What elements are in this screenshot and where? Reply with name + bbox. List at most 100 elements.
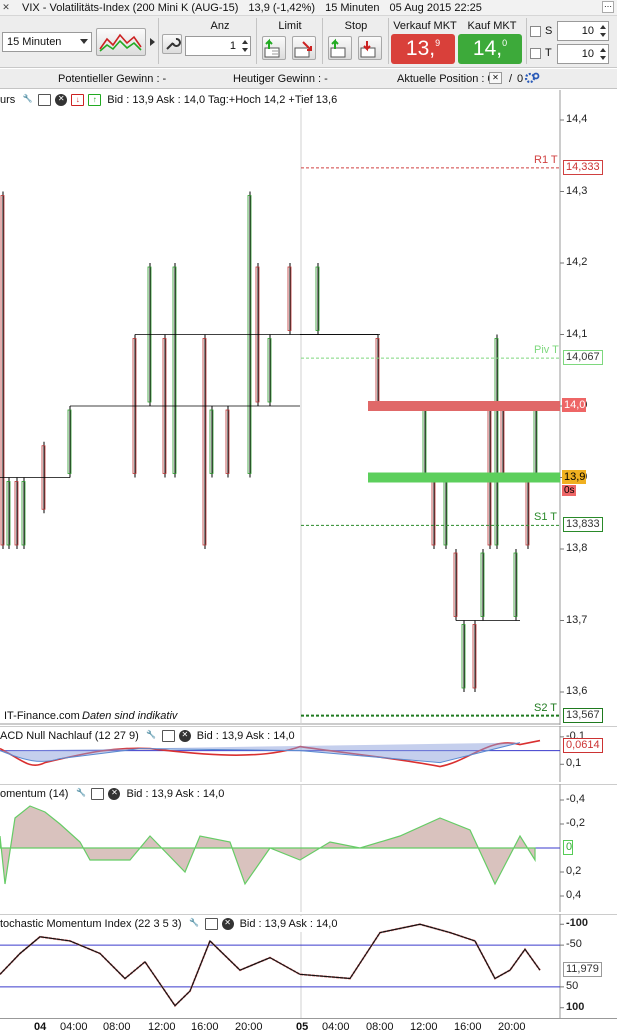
y-tick-label: 14,4 bbox=[566, 113, 588, 125]
increment-icon[interactable] bbox=[600, 25, 606, 29]
t-label: T bbox=[545, 47, 552, 59]
toolbar-separator bbox=[256, 18, 257, 64]
pivot-level-label: R1 T bbox=[534, 153, 558, 166]
time-axis-label: 04 bbox=[34, 1021, 47, 1033]
gears-icon[interactable] bbox=[524, 71, 540, 88]
pending-orders-count: 0 bbox=[517, 73, 524, 85]
window-menu-icon[interactable]: ⋯ bbox=[602, 1, 614, 13]
time-axis-label: 04:00 bbox=[322, 1021, 350, 1033]
close-window-icon[interactable]: ✕ bbox=[0, 2, 12, 13]
buy-price: 14, bbox=[472, 37, 503, 60]
sell-market-button[interactable]: 13,9 bbox=[391, 34, 455, 64]
s-checkbox[interactable] bbox=[530, 26, 541, 37]
momentum-chart[interactable] bbox=[0, 784, 617, 912]
time-axis-label: 16:00 bbox=[191, 1021, 219, 1033]
close-icon[interactable]: ✕ bbox=[108, 788, 121, 800]
buy-market-button[interactable]: 14,0 bbox=[458, 34, 522, 64]
t-checkbox[interactable] bbox=[530, 48, 541, 59]
increment-icon[interactable] bbox=[242, 40, 248, 44]
stochastic-value-tag: 11,979 bbox=[563, 962, 602, 978]
stop-sell-button[interactable] bbox=[358, 36, 382, 60]
y-tick-label: -0,4 bbox=[566, 793, 585, 805]
price-chart[interactable] bbox=[0, 90, 617, 725]
trading-toolbar: 15 Minuten Anz 1 Limit Stop Verkauf MKT … bbox=[0, 16, 617, 68]
ask-price-tag: 14,0 bbox=[562, 398, 586, 412]
pivot-level-tag: 13,567 bbox=[563, 707, 603, 723]
y-tick-label: 13,6 bbox=[566, 685, 588, 697]
y-tick-label: 50 bbox=[566, 979, 579, 992]
y-tick-label: 0,4 bbox=[566, 889, 582, 901]
y-tick-label: 14,3 bbox=[566, 184, 588, 197]
close-position-icon[interactable]: ✕ bbox=[489, 72, 502, 84]
bid-band bbox=[368, 472, 560, 483]
timeframe-select[interactable]: 15 Minuten bbox=[2, 32, 92, 52]
macd-value-tag: 0,0614 bbox=[563, 738, 603, 753]
wrench-icon[interactable]: 🔧 bbox=[145, 730, 158, 742]
limit-buy-icon bbox=[264, 38, 280, 58]
decrement-icon[interactable] bbox=[600, 33, 606, 37]
time-axis-label: 04:00 bbox=[60, 1021, 88, 1033]
momentum-pane[interactable]: omentum (14) 🔧 ✕ Bid : 13,9 Ask : 14,0 0… bbox=[0, 784, 617, 912]
time-axis-label: 05 bbox=[296, 1021, 309, 1033]
t-distance-stepper[interactable]: 10 bbox=[557, 44, 609, 64]
expand-arrow-icon[interactable] bbox=[150, 38, 155, 46]
limit-buy-button[interactable] bbox=[262, 36, 286, 60]
wrench-icon[interactable]: 🔧 bbox=[21, 94, 34, 106]
momentum-value-tag: 0 bbox=[563, 840, 573, 855]
line-chart-icon bbox=[99, 33, 142, 52]
data-source: IT-Finance.com bbox=[4, 710, 80, 722]
stochastic-title: tochastic Momentum Index (22 3 5 3) bbox=[0, 918, 182, 930]
settings-button[interactable] bbox=[162, 34, 182, 54]
stochastic-pane-header: tochastic Momentum Index (22 3 5 3) 🔧 ✕ … bbox=[0, 916, 342, 932]
s-distance-value: 10 bbox=[581, 25, 594, 37]
buy-arrow-icon[interactable]: ↑ bbox=[88, 94, 102, 106]
time-axis-label: 12:00 bbox=[148, 1021, 176, 1033]
time-axis-label: 08:00 bbox=[366, 1021, 394, 1033]
macd-title: ACD Null Nachlauf (12 27 9) bbox=[0, 730, 139, 742]
close-icon[interactable]: ✕ bbox=[55, 94, 68, 106]
daily-gain: Heutiger Gewinn : - bbox=[233, 73, 328, 85]
stop-buy-button[interactable] bbox=[328, 36, 352, 60]
toolbar-separator bbox=[158, 18, 159, 64]
pivot-level-label: S2 T bbox=[534, 701, 558, 714]
pivot-level-label: Piv T bbox=[534, 344, 559, 357]
price-pane-quote: Bid : 13,9 Ask : 14,0 Tag:+Hoch 14,2 +Ti… bbox=[107, 94, 338, 106]
anz-label: Anz bbox=[210, 20, 230, 32]
macd-pane-header: ACD Null Nachlauf (12 27 9) 🔧 ✕ Bid : 13… bbox=[0, 728, 299, 744]
pivot-level-tag: 14,067 bbox=[563, 350, 603, 366]
decrement-icon[interactable] bbox=[600, 56, 606, 60]
y-tick-label: 0,1 bbox=[566, 757, 582, 770]
decrement-icon[interactable] bbox=[242, 48, 248, 52]
y-tick-label: 0,2 bbox=[566, 865, 582, 877]
stochastic-pane[interactable]: tochastic Momentum Index (22 3 5 3) 🔧 ✕ … bbox=[0, 914, 617, 1018]
s-distance-stepper[interactable]: 10 bbox=[557, 21, 609, 41]
position-separator: / bbox=[509, 73, 513, 85]
macd-pane[interactable]: ACD Null Nachlauf (12 27 9) 🔧 ✕ Bid : 13… bbox=[0, 726, 617, 782]
limit-sell-icon bbox=[294, 41, 312, 58]
signal-area bbox=[0, 742, 521, 764]
price-chart-pane[interactable]: urs 🔧 ✕ ↓ ↑ Bid : 13,9 Ask : 14,0 Tag:+H… bbox=[0, 90, 617, 725]
pivot-level-label: S1 T bbox=[534, 511, 558, 524]
potential-gain: Potentieller Gewinn : - bbox=[58, 73, 167, 85]
window-icon[interactable] bbox=[204, 918, 218, 930]
chart-type-button[interactable] bbox=[96, 28, 146, 56]
window-icon[interactable] bbox=[91, 788, 105, 800]
y-tick-label: -100 bbox=[566, 917, 589, 930]
timeframe-title: 15 Minuten bbox=[325, 1, 380, 14]
pivot-level-tag: 13,833 bbox=[563, 517, 603, 533]
close-icon[interactable]: ✕ bbox=[178, 730, 191, 742]
wrench-icon[interactable]: 🔧 bbox=[188, 918, 201, 930]
buy-label: Kauf MKT bbox=[467, 20, 517, 32]
wrench-icon[interactable]: 🔧 bbox=[74, 788, 87, 800]
current-position: Aktuelle Position : 0 bbox=[397, 73, 494, 85]
y-tick-label: 13,8 bbox=[566, 542, 588, 554]
quantity-stepper[interactable]: 1 bbox=[185, 36, 251, 56]
window-icon[interactable] bbox=[161, 730, 175, 742]
close-icon[interactable]: ✕ bbox=[221, 918, 234, 930]
limit-sell-button[interactable] bbox=[292, 36, 316, 60]
increment-icon[interactable] bbox=[600, 48, 606, 52]
y-tick-label: -50 bbox=[566, 938, 582, 951]
instrument-title: VIX - Volatilitäts-Index (200 Mini K (AU… bbox=[22, 1, 239, 14]
window-icon[interactable] bbox=[38, 94, 52, 106]
sell-arrow-icon[interactable]: ↓ bbox=[71, 94, 85, 106]
